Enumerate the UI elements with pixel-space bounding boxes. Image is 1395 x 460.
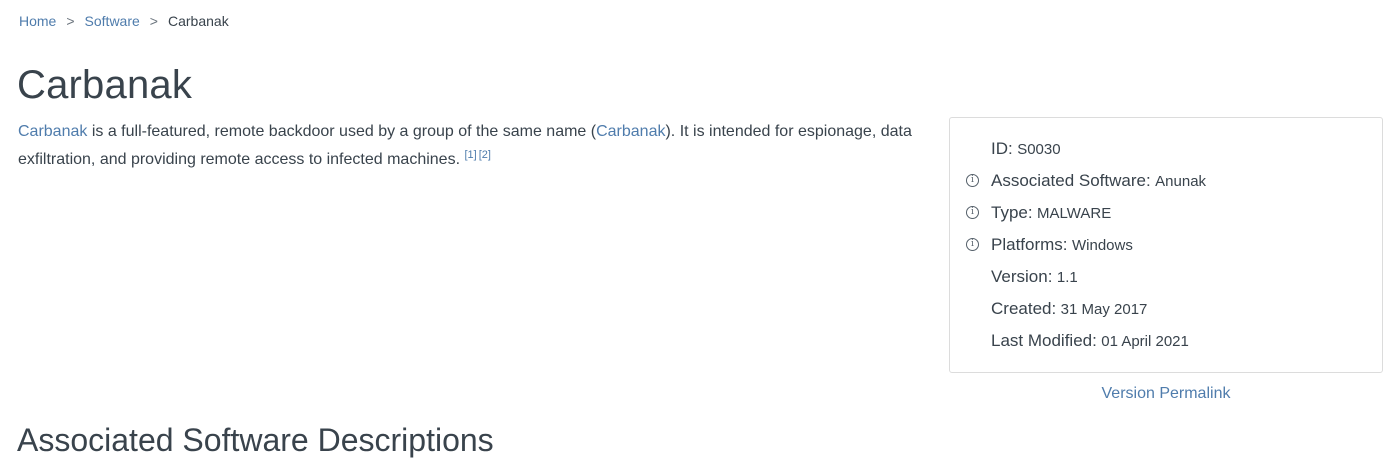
breadcrumb-separator: > <box>149 13 158 29</box>
reference-link-2[interactable]: [2] <box>479 149 491 161</box>
page-title: Carbanak <box>17 63 193 107</box>
group-link[interactable]: Carbanak <box>596 123 665 140</box>
breadcrumb: Home > Software > Carbanak <box>19 12 229 30</box>
platforms-label: Platforms: <box>991 235 1068 254</box>
id-label: ID: <box>991 139 1013 158</box>
created-value: 31 May 2017 <box>1060 301 1148 318</box>
type-value: MALWARE <box>1037 205 1112 222</box>
info-icon[interactable]: i <box>966 238 979 251</box>
version-permalink-link[interactable]: Version Permalink <box>949 384 1383 404</box>
last-modified-label: Last Modified: <box>991 331 1097 350</box>
reference-link-1[interactable]: [1] <box>464 149 476 161</box>
breadcrumb-home-link[interactable]: Home <box>19 12 56 30</box>
section-title: Associated Software Descriptions <box>17 422 494 458</box>
platforms-value: Windows <box>1071 237 1133 254</box>
references: [1] [2] <box>464 149 492 161</box>
software-link[interactable]: Carbanak <box>18 123 87 140</box>
associated-software-value: Anunak <box>1155 173 1207 190</box>
last-modified-value: 01 April 2021 <box>1101 333 1189 350</box>
breadcrumb-separator: > <box>66 13 75 29</box>
type-label: Type: <box>991 203 1033 222</box>
created-label: Created: <box>991 299 1057 318</box>
info-icon[interactable]: i <box>966 206 979 219</box>
breadcrumb-software-link[interactable]: Software <box>85 12 140 30</box>
id-value: S0030 <box>1017 141 1061 158</box>
description-text: is a full-featured, remote backdoor used… <box>87 123 597 140</box>
version-value: 1.1 <box>1056 269 1078 286</box>
breadcrumb-current: Carbanak <box>167 13 229 29</box>
version-label: Version: <box>991 267 1053 286</box>
software-description: Carbanak is a full-featured, remote back… <box>18 118 918 174</box>
software-info-card: ID: S0030 i Associated Software: Anunak … <box>949 117 1383 373</box>
associated-software-label: Associated Software: <box>991 171 1151 190</box>
info-icon[interactable]: i <box>966 174 979 187</box>
